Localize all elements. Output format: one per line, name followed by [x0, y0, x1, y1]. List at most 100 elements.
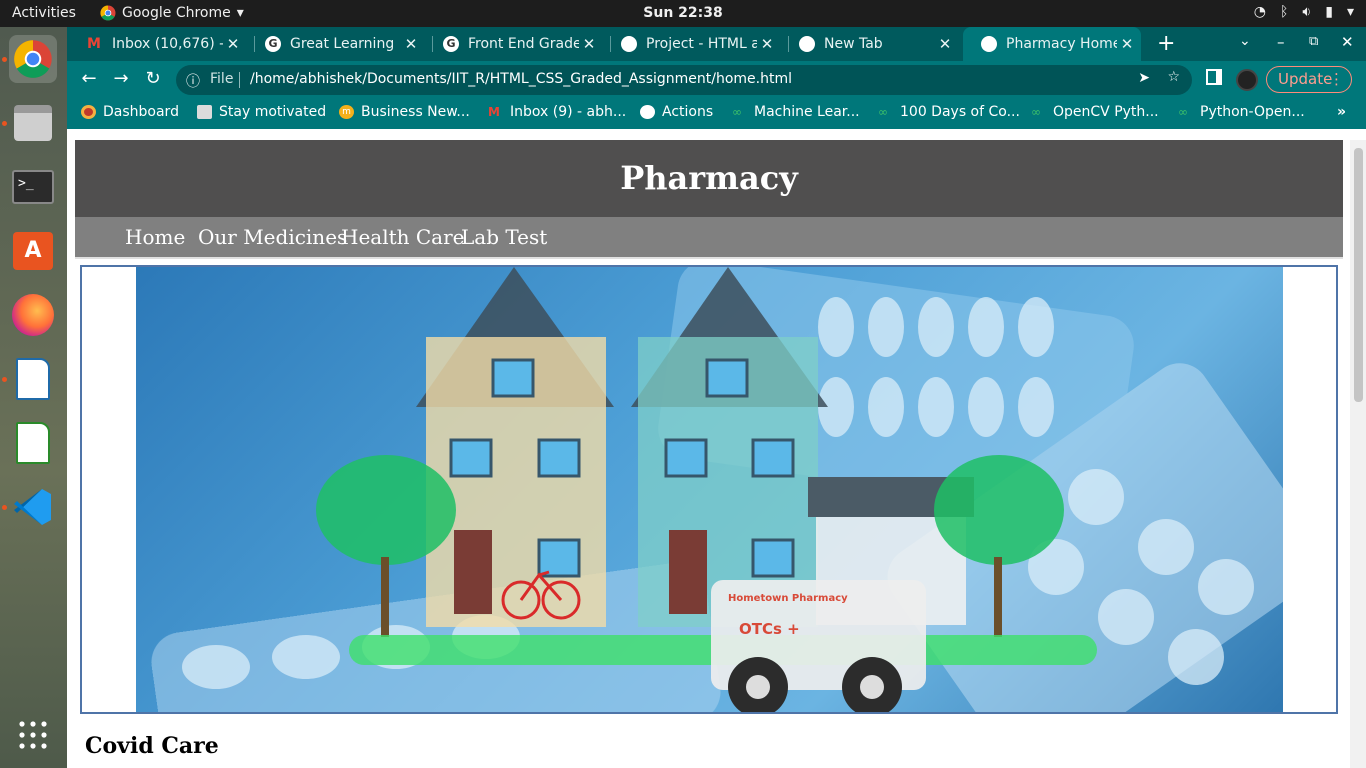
dock-firefox[interactable] — [9, 291, 57, 339]
scheme-label: File — [210, 71, 234, 87]
tab-front-end-grade[interactable]: G Front End Grade ✕ — [425, 27, 603, 61]
close-window-button[interactable]: ✕ — [1341, 33, 1354, 51]
tab-title: Inbox (10,676) - a — [112, 36, 223, 52]
info-icon[interactable]: ⓘ — [186, 71, 200, 91]
files-icon — [14, 105, 52, 141]
close-icon[interactable]: ✕ — [223, 35, 243, 53]
dock-writer[interactable] — [9, 355, 57, 403]
system-tray[interactable]: ◔ ᛒ 🔉︎ ▮ ▾ — [1254, 4, 1354, 20]
chevron-down-icon[interactable]: ▾ — [1347, 4, 1354, 20]
infinity-icon: ∞ — [732, 105, 742, 119]
tab-strip: M Inbox (10,676) - a ✕ G Great Learning … — [67, 27, 1366, 61]
bookmark-machine-learning[interactable]: ∞ Machine Lear... — [732, 104, 860, 120]
writer-icon — [16, 358, 50, 400]
new-tab-button[interactable]: + — [1157, 31, 1175, 56]
medium-icon: m — [339, 105, 354, 119]
activities-button[interactable]: Activities — [12, 5, 76, 21]
scrollbar-thumb[interactable] — [1354, 148, 1363, 402]
dock-software[interactable]: A — [9, 227, 57, 275]
tab-title: Pharmacy Home — [1006, 36, 1117, 52]
tab-search-button[interactable]: ⌄ — [1239, 33, 1251, 49]
tab-new-tab[interactable]: New Tab ✕ — [781, 27, 959, 61]
dock-files[interactable] — [9, 99, 57, 147]
hero-banner: Hometown Pharmacy OTCs + — [80, 265, 1338, 714]
update-label: Update — [1278, 70, 1333, 88]
send-icon[interactable]: ➤ — [1138, 70, 1150, 86]
dock-terminal[interactable]: >_ — [9, 163, 57, 211]
nav-health-care[interactable]: Health Care — [341, 225, 465, 249]
gmail-icon: M — [87, 36, 101, 52]
tab-inbox[interactable]: M Inbox (10,676) - a ✕ — [69, 27, 247, 61]
maximize-button[interactable]: ⧉ — [1309, 34, 1318, 49]
close-icon[interactable]: ✕ — [1117, 35, 1137, 53]
nav-our-medicines[interactable]: Our Medicines — [198, 225, 347, 249]
avatar[interactable] — [1236, 69, 1258, 91]
close-icon[interactable]: ✕ — [757, 35, 777, 53]
bookmark-label: OpenCV Pyth... — [1053, 104, 1159, 120]
banner-image: Hometown Pharmacy OTCs + — [136, 267, 1283, 712]
infinity-icon: ∞ — [1031, 105, 1041, 119]
running-indicator — [2, 121, 7, 126]
tab-title: New Tab — [824, 36, 883, 52]
clock[interactable]: Sun 22:38 — [643, 5, 722, 21]
back-button[interactable]: ← — [77, 67, 101, 91]
globe-icon — [621, 36, 637, 52]
tab-project[interactable]: Project - HTML a ✕ — [603, 27, 781, 61]
bookmark-label: Python-Open... — [1200, 104, 1305, 120]
volume-icon[interactable]: 🔉︎ — [1302, 4, 1311, 20]
reload-button[interactable]: ↻ — [141, 67, 165, 91]
minimize-button[interactable]: – — [1277, 33, 1285, 51]
grid-icon — [19, 721, 47, 749]
dock: >_ A — [0, 27, 67, 768]
running-indicator — [2, 57, 7, 62]
infinity-icon: ∞ — [1178, 105, 1188, 119]
star-icon[interactable]: ☆ — [1167, 69, 1180, 85]
bookmark-label: Business New... — [361, 104, 470, 120]
running-indicator — [2, 505, 7, 510]
url-text[interactable]: /home/abhishek/Documents/IIT_R/HTML_CSS_… — [250, 71, 792, 87]
globe-icon — [640, 105, 655, 119]
tab-pharmacy-home[interactable]: Pharmacy Home ✕ — [963, 27, 1141, 61]
update-button[interactable]: Update ⋮ — [1266, 66, 1352, 93]
calc-icon — [16, 422, 50, 464]
close-icon[interactable]: ✕ — [401, 35, 421, 53]
terminal-icon: >_ — [12, 170, 54, 204]
tab-great-learning[interactable]: G Great Learning ✕ — [247, 27, 425, 61]
vscode-icon — [14, 489, 51, 525]
bookmark-label: Machine Lear... — [754, 104, 860, 120]
nav-home[interactable]: Home — [125, 225, 185, 249]
battery-icon[interactable]: ▮ — [1325, 4, 1333, 20]
more-bookmarks-icon[interactable]: » — [1337, 104, 1346, 120]
app-menu[interactable]: Google Chrome ▾ — [100, 5, 244, 21]
sidepanel-icon[interactable] — [1206, 69, 1222, 85]
bookmark-opencv-python[interactable]: ∞ OpenCV Pyth... — [1031, 104, 1159, 120]
tab-title: Front End Grade — [468, 36, 579, 52]
bookmark-business-news[interactable]: m Business New... — [339, 104, 470, 120]
bluetooth-icon[interactable]: ᛒ — [1280, 4, 1288, 20]
firefox-icon — [12, 294, 54, 336]
browser-toolbar: ← → ↻ ⓘ File /home/abhishek/Documents/II… — [67, 61, 1366, 98]
wifi-icon[interactable]: ◔ — [1254, 4, 1266, 20]
forward-button[interactable]: → — [109, 67, 133, 91]
dock-chrome[interactable] — [9, 35, 57, 83]
bookmark-100-days[interactable]: ∞ 100 Days of Co... — [878, 104, 1020, 120]
close-icon[interactable]: ✕ — [935, 35, 955, 53]
close-icon[interactable]: ✕ — [579, 35, 599, 53]
address-bar[interactable]: ⓘ File /home/abhishek/Documents/IIT_R/HT… — [176, 65, 1192, 95]
show-applications-button[interactable] — [9, 711, 57, 759]
nav-lab-test[interactable]: Lab Test — [461, 225, 547, 249]
gmail-icon: M — [488, 105, 500, 119]
site-nav: Home Our Medicines Health Care Lab Test — [75, 217, 1343, 259]
bookmark-stay-motivated[interactable]: Stay motivated — [197, 104, 326, 120]
bookmark-python-opencv[interactable]: ∞ Python-Open... — [1178, 104, 1305, 120]
bookmark-inbox[interactable]: M Inbox (9) - abh... — [488, 104, 626, 120]
chevron-down-icon: ▾ — [236, 5, 244, 21]
page-title: Pharmacy — [75, 140, 1343, 217]
dock-calc[interactable] — [9, 419, 57, 467]
scrollbar[interactable] — [1350, 140, 1366, 768]
banner-caption-bottom: OTCs + — [739, 620, 800, 638]
dock-vscode[interactable] — [9, 483, 57, 531]
tab-title: Project - HTML a — [646, 36, 757, 52]
bookmark-actions[interactable]: Actions — [640, 104, 713, 120]
bookmark-dashboard[interactable]: Dashboard — [81, 104, 179, 120]
